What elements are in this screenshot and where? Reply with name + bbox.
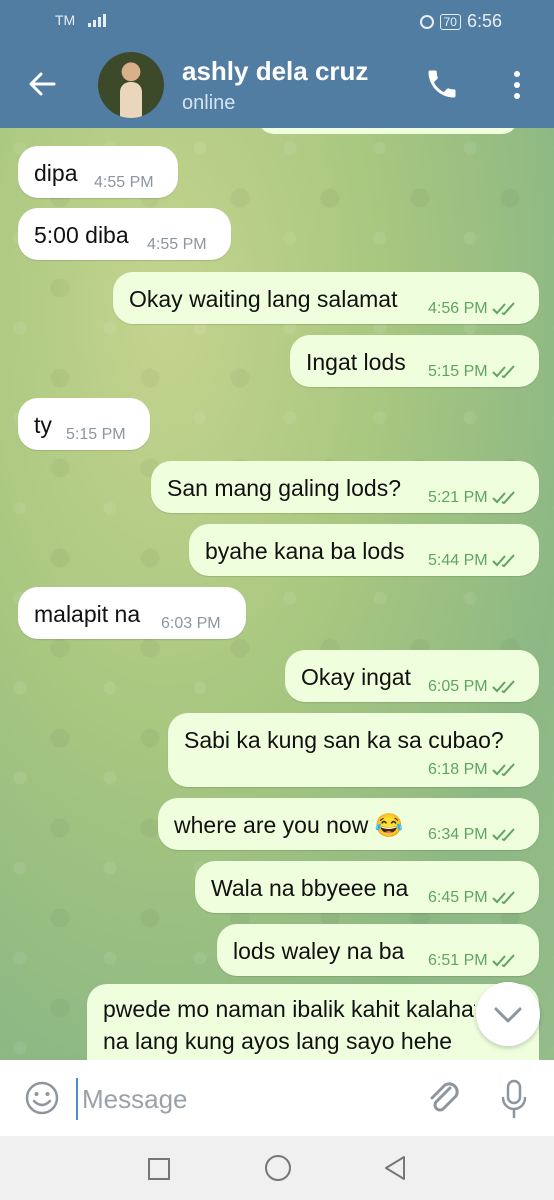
status-bar: TM 70 6:56 <box>0 0 554 42</box>
message-outgoing[interactable]: Okay waiting lang salamat 4:56 PM <box>113 272 539 324</box>
message-incoming[interactable]: dipa 4:55 PM <box>18 146 178 198</box>
message-text: Okay waiting lang salamat <box>129 286 398 312</box>
message-outgoing[interactable]: Okay ingat 6:05 PM <box>285 650 539 702</box>
message-text: Wala na bbyeee na <box>211 875 409 901</box>
home-icon[interactable] <box>265 1155 291 1181</box>
chat-header: ashly dela cruz online <box>0 42 554 128</box>
recent-apps-icon[interactable] <box>148 1158 170 1180</box>
message-time: 6:05 PM <box>428 678 518 696</box>
battery-icon: 70 <box>439 13 461 30</box>
message-text: ty <box>34 412 52 438</box>
scroll-to-bottom-button[interactable] <box>476 982 540 1046</box>
system-nav-bar <box>0 1136 554 1200</box>
signal-icon <box>88 13 106 27</box>
message-outgoing[interactable]: Ingat lods 5:15 PM <box>290 335 539 387</box>
message-incoming[interactable]: malapit na 6:03 PM <box>18 587 246 639</box>
message-time: 6:45 PM <box>428 889 518 907</box>
message-outgoing[interactable]: Sabi ka kung san ka sa cubao? 6:18 PM <box>168 713 539 787</box>
message-time: 4:56 PM <box>428 300 518 318</box>
double-check-icon <box>491 554 515 567</box>
message-incoming[interactable]: 5:00 diba 4:55 PM <box>18 208 231 260</box>
avatar[interactable] <box>98 52 164 118</box>
chevron-down-icon <box>494 1007 522 1023</box>
message-text: Okay ingat <box>301 664 411 690</box>
back-triangle-icon[interactable] <box>382 1154 408 1182</box>
message-time: 6:51 PM <box>428 952 518 970</box>
phone-icon[interactable] <box>424 66 460 102</box>
chat-area[interactable]: dipa 4:55 PM 5:00 diba 4:55 PM Okay wait… <box>0 128 554 1060</box>
message-text: where are you now 😂 <box>174 812 404 838</box>
message-input[interactable] <box>76 1078 404 1120</box>
microphone-icon[interactable] <box>498 1078 530 1120</box>
double-check-icon <box>491 763 515 776</box>
alarm-icon <box>419 14 434 29</box>
message-time: 5:15 PM <box>66 426 126 443</box>
contact-name[interactable]: ashly dela cruz <box>182 56 368 87</box>
contact-status: online <box>182 92 236 114</box>
more-options-icon[interactable] <box>505 68 529 102</box>
message-time: 5:44 PM <box>428 552 518 570</box>
carrier-label: TM <box>55 12 76 28</box>
double-check-icon <box>491 365 515 378</box>
message-text: malapit na <box>34 601 141 627</box>
double-check-icon <box>491 828 515 841</box>
message-time: 6:03 PM <box>161 615 221 632</box>
message-text: lods waley na ba <box>233 938 405 964</box>
message-composer <box>0 1060 554 1136</box>
top-bar: TM 70 6:56 ashly dela cruz online <box>0 0 554 128</box>
message-time: 5:15 PM <box>428 363 518 381</box>
message-time: 4:55 PM <box>147 236 207 253</box>
message-outgoing[interactable]: where are you now 😂 6:34 PM <box>158 798 539 850</box>
message-outgoing[interactable]: pwede mo naman ibalik kahit kalahati na … <box>87 984 539 1060</box>
smiley-icon[interactable] <box>24 1080 60 1116</box>
double-check-icon <box>491 891 515 904</box>
double-check-icon <box>491 954 515 967</box>
double-check-icon <box>491 491 515 504</box>
double-check-icon <box>491 680 515 693</box>
message-time: 6:18 PM <box>428 761 518 779</box>
message-time: 6:34 PM <box>428 826 518 844</box>
status-time: 6:56 <box>466 11 502 31</box>
message-time: 5:21 PM <box>428 489 518 507</box>
message-outgoing[interactable]: Wala na bbyeee na 6:45 PM <box>195 861 539 913</box>
message-text: dipa <box>34 160 78 186</box>
message-time: 4:55 PM <box>94 174 154 191</box>
back-arrow-icon[interactable] <box>26 68 58 100</box>
message-outgoing[interactable]: lods waley na ba 6:51 PM <box>217 924 539 976</box>
message-outgoing[interactable]: byahe kana ba lods 5:44 PM <box>189 524 539 576</box>
message-incoming[interactable]: ty 5:15 PM <box>18 398 150 450</box>
message-text: 5:00 diba <box>34 222 129 248</box>
message-text-line1: pwede mo naman ibalik kahit kalahati <box>103 996 475 1022</box>
message-bubble-partial <box>258 128 518 134</box>
message-text: San mang galing lods? <box>167 475 401 501</box>
message-outgoing[interactable]: San mang galing lods? 5:21 PM <box>151 461 539 513</box>
paperclip-icon[interactable] <box>424 1078 464 1118</box>
double-check-icon <box>491 302 515 315</box>
message-text: Ingat lods <box>306 349 406 375</box>
message-text: Sabi ka kung san ka sa cubao? <box>184 727 504 753</box>
message-text-line2: na lang kung ayos lang sayo hehe <box>103 1028 453 1054</box>
message-text: byahe kana ba lods <box>205 538 405 564</box>
